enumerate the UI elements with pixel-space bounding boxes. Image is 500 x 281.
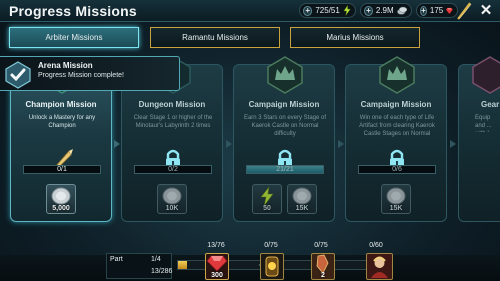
milestone-track-fill: [178, 261, 187, 269]
mission-description: Unlock a Mastery for any Champion: [28, 115, 96, 129]
reward-amount: 50: [263, 205, 271, 212]
tab-ramantu-missions[interactable]: Ramantu Missions: [150, 27, 280, 48]
milestone-count: 13/76: [207, 242, 225, 249]
energy-counter[interactable]: + 725/51: [299, 3, 356, 18]
reward-amount: 15K: [295, 205, 309, 212]
reward-slot[interactable]: 15K: [381, 184, 411, 214]
silver-coin-icon: [386, 187, 406, 205]
milestone-count: 0/75: [264, 242, 278, 249]
crown-emblem-icon: [267, 56, 303, 94]
mission-title: Campaign Mission: [360, 100, 432, 109]
silver-counter[interactable]: + 2.9M: [360, 3, 412, 18]
milestone-count: 0/75: [314, 242, 328, 249]
close-button[interactable]: ✕: [477, 2, 495, 20]
reward-slot[interactable]: 5,000: [46, 184, 76, 214]
page-title: Progress Missions: [9, 3, 137, 19]
mission-description: Equip and ... with L...: [475, 115, 496, 132]
chevron-right-icon: [226, 140, 232, 148]
silver-coin-icon: [396, 6, 407, 15]
mission-progress-text: 0/1: [57, 166, 67, 173]
chevron-right-icon: [338, 140, 344, 148]
reward-slot[interactable]: 15K: [287, 184, 317, 214]
add-energy-icon[interactable]: +: [303, 5, 313, 16]
mission-progress-bar: 0/2: [134, 165, 212, 174]
energy-icon: [260, 185, 274, 207]
mission-progress-bar: 0/1: [23, 165, 101, 174]
mission-title: Campaign Mission: [248, 100, 320, 109]
part-label: Part: [110, 256, 123, 263]
reward-amount: 5,000: [52, 205, 70, 212]
milestone-reward-label: 300: [211, 272, 223, 279]
mission-emblem-icon: [472, 56, 500, 94]
energy-icon: [343, 5, 351, 16]
champion-portrait-icon: [371, 256, 388, 278]
gem-icon: [446, 7, 453, 14]
mission-title: Dungeon Mission: [138, 100, 206, 109]
mission-card-gear[interactable]: Gear Equip and ... with L...: [458, 56, 500, 222]
mission-progress-text: 0/6: [392, 166, 402, 173]
tab-arbiter-missions[interactable]: Arbiter Missions: [9, 27, 139, 48]
mission-title: Gear: [481, 100, 500, 109]
relic-icon: [265, 256, 279, 277]
add-gems-icon[interactable]: +: [420, 5, 427, 16]
chevron-right-icon: [450, 140, 456, 148]
reward-slot[interactable]: 10K: [157, 184, 187, 214]
milestone-count: 0/60: [369, 242, 383, 249]
total-progress: 13/286: [151, 268, 173, 275]
milestone-reward-label: 2: [321, 272, 325, 279]
add-silver-icon[interactable]: +: [364, 5, 373, 16]
gems-value: 175: [429, 6, 444, 15]
part-value: 1/4: [151, 256, 161, 263]
mission-progress-text: 0/2: [168, 166, 178, 173]
silver-coin-icon: [292, 187, 312, 205]
gem-icon: [206, 255, 228, 272]
tab-marius-missions[interactable]: Marius Missions: [290, 27, 420, 48]
shard-icon: [316, 254, 329, 274]
milestone-reward-shards[interactable]: 2: [311, 253, 335, 280]
toast-subtitle: Progress Mission complete!: [38, 72, 124, 79]
mission-description: Clear Stage 1 or higher of the Minotaur'…: [133, 115, 213, 129]
part-info-box: Part 1/4 13/286: [106, 253, 172, 279]
checkmark-badge-icon: [5, 61, 31, 89]
quest-scroll-icon[interactable]: [455, 1, 473, 21]
silver-value: 2.9M: [375, 6, 394, 15]
milestone-reward-champion[interactable]: [366, 253, 393, 280]
mission-title: Champion Mission: [25, 100, 97, 109]
mission-progress-text: 21/21: [276, 166, 294, 173]
reward-slot[interactable]: 50: [252, 184, 282, 214]
milestone-reward-gems[interactable]: 300: [205, 253, 229, 280]
crown-emblem-icon: [379, 56, 415, 94]
silver-coin-icon: [51, 187, 71, 205]
mission-complete-toast: Arena Mission Progress Mission complete!: [0, 56, 180, 91]
silver-coin-icon: [162, 187, 182, 205]
toast-title: Arena Mission: [38, 61, 93, 70]
top-bar: Progress Missions + 725/51 + 2.9M + 175 …: [0, 0, 500, 22]
reward-amount: 15K: [389, 205, 403, 212]
mission-description: Win one of each type of Life Artifact fr…: [359, 115, 435, 137]
mission-progress-bar: 21/21: [246, 165, 324, 174]
gems-counter[interactable]: + 175: [416, 3, 458, 18]
mission-progress-bar: 0/6: [358, 165, 436, 174]
mission-description: Earn 3 Stars on every Stage of Kaerok Ca…: [243, 115, 327, 137]
chevron-right-icon: [114, 140, 120, 148]
reward-amount: 10K: [165, 205, 179, 212]
milestone-reward-relic[interactable]: [260, 253, 284, 280]
energy-value: 725/51: [315, 6, 340, 15]
mission-card-campaign-artifacts[interactable]: Campaign Mission Win one of each type of…: [345, 56, 447, 222]
mission-card-campaign-stars[interactable]: Campaign Mission Earn 3 Stars on every S…: [233, 56, 335, 222]
